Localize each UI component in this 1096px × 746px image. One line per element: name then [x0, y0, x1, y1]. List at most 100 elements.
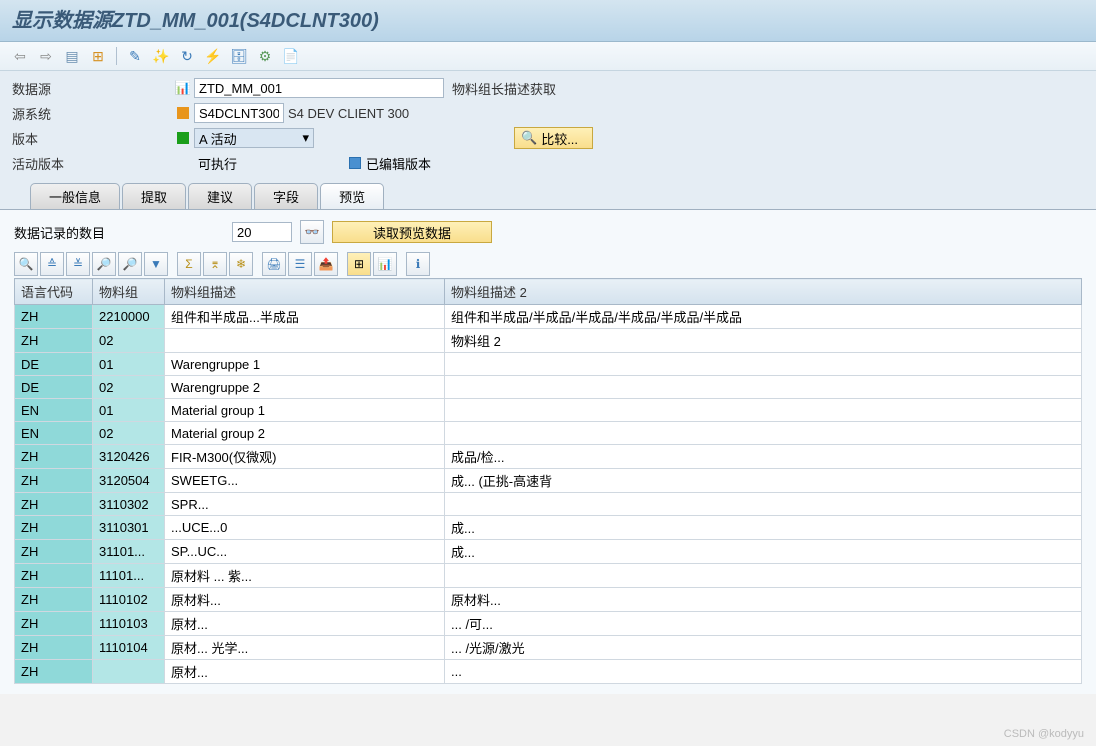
version-label: 版本 — [12, 129, 172, 148]
edit-icon[interactable]: ✎ — [125, 46, 145, 66]
table-row[interactable]: ZH31101...SP...UC...成... — [15, 540, 1082, 564]
glasses-icon[interactable]: 👓 — [300, 220, 324, 244]
tab-strip: 一般信息提取建议字段预览 — [0, 183, 1096, 210]
table-row[interactable]: ZH3110302SPR... — [15, 493, 1082, 516]
export-icon[interactable]: 📤 — [314, 252, 338, 276]
compare-button[interactable]: 🔍 比较... — [514, 127, 593, 149]
cell-lang: ZH — [15, 612, 93, 636]
info-icon[interactable]: ℹ — [406, 252, 430, 276]
cell-desc2 — [445, 399, 1082, 422]
tab-3[interactable]: 字段 — [254, 183, 318, 209]
alv-toolbar: 🔍 ≙ ≚ 🔎 🔎 ▼ Σ ⌆ ❄ 🖨 ☰ 📤 ⊞ 📊 ℹ — [14, 252, 1082, 276]
executable-text: 可执行 — [194, 154, 314, 173]
table-row[interactable]: EN01Material group 1 — [15, 399, 1082, 422]
freeze-icon[interactable]: ❄ — [229, 252, 253, 276]
details-icon[interactable]: 🔍 — [14, 252, 38, 276]
refresh-icon[interactable]: ↻ — [177, 46, 197, 66]
table-row[interactable]: ZH1110104原材... 光学...... /光源/激光 — [15, 636, 1082, 660]
wand-icon[interactable]: ✨ — [151, 46, 171, 66]
col-header[interactable]: 物料组描述 2 — [445, 279, 1082, 305]
tab-4[interactable]: 预览 — [320, 183, 384, 209]
sourcesys-input[interactable] — [194, 103, 284, 123]
active-version-label: 活动版本 — [12, 154, 172, 173]
subtotal-icon[interactable]: ⌆ — [203, 252, 227, 276]
cell-desc2 — [445, 353, 1082, 376]
cell-grp: 1110102 — [93, 588, 165, 612]
list-icon[interactable]: ▤ — [62, 46, 82, 66]
cell-desc1: 原材... 光学... — [165, 636, 445, 660]
edited-icon — [344, 157, 366, 169]
table-row[interactable]: ZH3120426FIR-M300(仅微观)成品/检... — [15, 445, 1082, 469]
sum-icon[interactable]: Σ — [177, 252, 201, 276]
sort-asc-icon[interactable]: ≙ — [40, 252, 64, 276]
print-icon[interactable]: 🖨 — [262, 252, 286, 276]
hierarchy-icon[interactable]: ⊞ — [88, 46, 108, 66]
table-row[interactable]: ZH1110102原材料...原材料... — [15, 588, 1082, 612]
cell-lang: ZH — [15, 516, 93, 540]
cell-grp: 2210000 — [93, 305, 165, 329]
views-icon[interactable]: ☰ — [288, 252, 312, 276]
tab-0[interactable]: 一般信息 — [30, 183, 120, 209]
activate-icon[interactable]: ⚡ — [203, 46, 223, 66]
table-row[interactable]: DE01Warengruppe 1 — [15, 353, 1082, 376]
tab-2[interactable]: 建议 — [188, 183, 252, 209]
table-row[interactable]: ZH原材...... — [15, 660, 1082, 684]
datasource-label: 数据源 — [12, 79, 172, 98]
cell-desc1 — [165, 329, 445, 353]
sourcesys-label: 源系统 — [12, 104, 172, 123]
cell-desc2: 组件和半成品/半成品/半成品/半成品/半成品/半成品 — [445, 305, 1082, 329]
table-row[interactable]: ZH11101...原材料 ... 紫... — [15, 564, 1082, 588]
find-next-icon[interactable]: 🔎 — [118, 252, 142, 276]
filter-icon[interactable]: ▼ — [144, 252, 168, 276]
cell-grp: 31101... — [93, 540, 165, 564]
preview-table: 语言代码物料组物料组描述物料组描述 2 ZH2210000组件和半成品...半成… — [14, 278, 1082, 684]
table-row[interactable]: EN02Material group 2 — [15, 422, 1082, 445]
back-icon[interactable]: ⇦ — [10, 46, 30, 66]
cell-grp: 3120426 — [93, 445, 165, 469]
datasource-input[interactable] — [194, 78, 444, 98]
cell-grp: 02 — [93, 422, 165, 445]
preview-content: 数据记录的数目 👓 读取预览数据 🔍 ≙ ≚ 🔎 🔎 ▼ Σ ⌆ ❄ 🖨 ☰ 📤… — [0, 210, 1096, 694]
cell-desc2: ... — [445, 660, 1082, 684]
col-header[interactable]: 语言代码 — [15, 279, 93, 305]
cell-desc2: 成... — [445, 516, 1082, 540]
table-row[interactable]: ZH3120504SWEETG...成... (正挑-高速背 — [15, 469, 1082, 493]
sort-desc-icon[interactable]: ≚ — [66, 252, 90, 276]
find-icon[interactable]: 🔎 — [92, 252, 116, 276]
col-header[interactable]: 物料组 — [93, 279, 165, 305]
chart-icon[interactable]: 📊 — [373, 252, 397, 276]
version-value: A 活动 — [199, 129, 237, 148]
col-header[interactable]: 物料组描述 — [165, 279, 445, 305]
cell-grp: 02 — [93, 376, 165, 399]
table-row[interactable]: DE02Warengruppe 2 — [15, 376, 1082, 399]
records-input[interactable] — [232, 222, 292, 242]
cell-desc2 — [445, 493, 1082, 516]
forward-icon[interactable]: ⇨ — [36, 46, 56, 66]
cell-lang: ZH — [15, 445, 93, 469]
cell-desc1: ...UCE...0 — [165, 516, 445, 540]
datasource-icon: 📊 — [172, 80, 194, 96]
table-row[interactable]: ZH1110103原材...... /可... — [15, 612, 1082, 636]
cell-lang: ZH — [15, 660, 93, 684]
cell-desc2: ... /可... — [445, 612, 1082, 636]
cell-grp: 01 — [93, 399, 165, 422]
table-row[interactable]: ZH2210000组件和半成品...半成品组件和半成品/半成品/半成品/半成品/… — [15, 305, 1082, 329]
cell-lang: ZH — [15, 588, 93, 612]
where-used-icon[interactable]: ⚙ — [255, 46, 275, 66]
cell-lang: ZH — [15, 564, 93, 588]
tab-1[interactable]: 提取 — [122, 183, 186, 209]
cell-grp: 3110301 — [93, 516, 165, 540]
cell-lang: ZH — [15, 469, 93, 493]
doc-icon[interactable]: 📄 — [281, 46, 301, 66]
cell-desc1: 原材... — [165, 612, 445, 636]
db-icon[interactable]: 🗄 — [229, 46, 249, 66]
cell-desc1: Material group 2 — [165, 422, 445, 445]
layout-icon[interactable]: ⊞ — [347, 252, 371, 276]
read-preview-button[interactable]: 读取预览数据 — [332, 221, 492, 243]
cell-grp: 3120504 — [93, 469, 165, 493]
table-row[interactable]: ZH02物料组 2 — [15, 329, 1082, 353]
table-row[interactable]: ZH3110301...UCE...0成... — [15, 516, 1082, 540]
cell-lang: ZH — [15, 329, 93, 353]
version-dropdown[interactable]: A 活动 ▾ — [194, 128, 314, 148]
cell-desc1: FIR-M300(仅微观) — [165, 445, 445, 469]
